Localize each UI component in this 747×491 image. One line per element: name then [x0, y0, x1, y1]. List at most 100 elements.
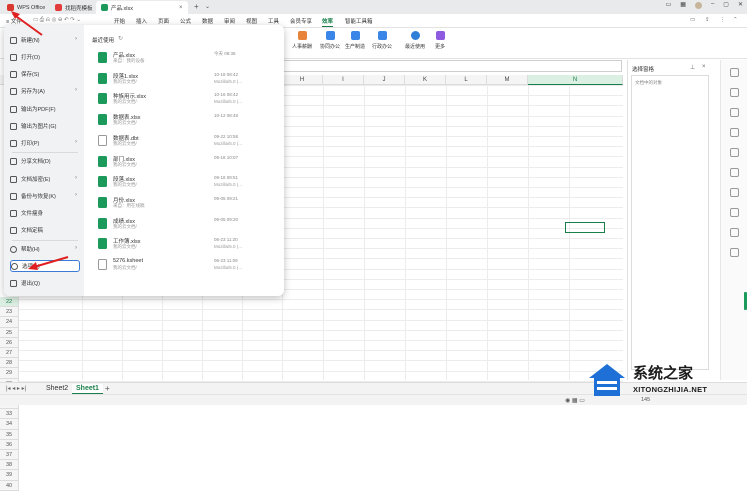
- menu-item-open[interactable]: 打开(O): [10, 51, 80, 63]
- menu-tab-efficiency[interactable]: 效率: [322, 17, 334, 27]
- menu-item-save-as[interactable]: 另存为(A) ›: [10, 85, 80, 97]
- menu-item-new[interactable]: 新建(N) ›: [10, 34, 80, 46]
- tool-icon[interactable]: [730, 208, 739, 217]
- row-header[interactable]: 27: [0, 348, 19, 359]
- collapse-icon[interactable]: ⌃: [733, 17, 738, 23]
- row-header[interactable]: 23: [0, 307, 19, 318]
- tool-icon[interactable]: [730, 128, 739, 137]
- tool-icon[interactable]: [730, 68, 739, 77]
- menu-item-help[interactable]: 帮助(H) ›: [10, 243, 80, 255]
- tab-dropdown-icon[interactable]: ⌄: [205, 3, 210, 10]
- collab-office-button[interactable]: 协同办公: [320, 31, 340, 50]
- tab-wps-office[interactable]: WPS Office: [2, 1, 50, 14]
- column-header[interactable]: I: [323, 75, 364, 85]
- close-pane-icon[interactable]: ×: [702, 64, 706, 70]
- column-header[interactable]: H: [282, 75, 323, 85]
- avatar[interactable]: [694, 2, 702, 9]
- menu-item-export-pdf[interactable]: 输出为PDF(F): [10, 103, 80, 115]
- manufacturing-button[interactable]: 生产制造: [345, 31, 365, 50]
- row-header[interactable]: 25: [0, 327, 19, 338]
- menu-tab-insert[interactable]: 插入: [136, 17, 147, 25]
- new-tab-icon[interactable]: +: [194, 2, 199, 11]
- objects-list[interactable]: 文档中的对象: [631, 75, 709, 370]
- menu-item-share[interactable]: 分享文档(D): [10, 155, 80, 167]
- menu-tab-file[interactable]: ≡ 文件: [6, 17, 22, 25]
- pin-icon[interactable]: ⊥: [690, 64, 695, 71]
- menu-tab-home[interactable]: 开始: [114, 17, 125, 25]
- tool-icon[interactable]: [730, 168, 739, 177]
- recent-file-item[interactable]: 段落.xlsx 我的云文档/09-18 08:51 Mozilla/5.0 (...: [98, 173, 278, 191]
- menu-tab-data[interactable]: 数据: [202, 17, 213, 25]
- tool-icon[interactable]: [730, 188, 739, 197]
- recent-file-item[interactable]: 部门.xlsx 我的云文档/09-18 10:07: [98, 153, 278, 171]
- menu-tab-page[interactable]: 页面: [158, 17, 169, 25]
- layout-icon[interactable]: ▭: [666, 1, 672, 9]
- recent-file-item[interactable]: 工作簿.xlsx 我的云文档/06-23 11:20 Mozilla/5.0 (..…: [98, 235, 278, 253]
- tool-icon[interactable]: [730, 108, 739, 117]
- row-header[interactable]: 40: [0, 480, 19, 491]
- row-header[interactable]: 34: [0, 419, 19, 430]
- add-sheet-icon[interactable]: +: [105, 384, 110, 393]
- menu-item-finalize[interactable]: 文档定稿: [10, 224, 80, 236]
- tool-icon[interactable]: [730, 248, 739, 257]
- quick-access-icons[interactable]: ▭ ⎙ ⎌ ◎ ⊖ ↶ ↷ ⌄: [33, 17, 81, 24]
- menu-item-print[interactable]: 打印(P) ›: [10, 137, 80, 149]
- recent-file-item[interactable]: 5276.ksheet 我的云文档/06-23 11:09 Mozilla/5.0 …: [98, 256, 278, 274]
- menu-item-save[interactable]: 保存(S): [10, 68, 80, 80]
- more-button[interactable]: 更多: [435, 31, 445, 50]
- sheet-nav-icons[interactable]: |◂ ◂ ▸ ▸|: [6, 385, 26, 392]
- menu-tab-view[interactable]: 视图: [246, 17, 257, 25]
- column-header-selected[interactable]: N: [528, 75, 623, 85]
- tool-icon[interactable]: [730, 148, 739, 157]
- menu-tab-tools[interactable]: 工具: [268, 17, 279, 25]
- column-header[interactable]: K: [405, 75, 446, 85]
- hr-salary-button[interactable]: 人事薪酬: [292, 31, 312, 50]
- row-header[interactable]: 33: [0, 409, 19, 420]
- row-header[interactable]: 39: [0, 470, 19, 481]
- menu-item-slim[interactable]: 文件瘦身: [10, 207, 80, 219]
- comment-icon[interactable]: ▭: [690, 17, 695, 23]
- recent-file-item[interactable]: 数据表.dbt 我的云文档/09-22 10:58 Mozilla/5.0 (...: [98, 132, 278, 150]
- recent-file-item[interactable]: 月份.xlsx 来自：用在线稿 09-05 09:21: [98, 194, 278, 212]
- close-window-icon[interactable]: ✕: [738, 1, 743, 9]
- tool-icon[interactable]: [730, 88, 739, 97]
- column-header[interactable]: L: [446, 75, 487, 85]
- recent-file-item[interactable]: 数据表.xlsx 我的云文档/10-12 08:48: [98, 111, 278, 129]
- more-icon[interactable]: ⋮: [720, 17, 726, 23]
- row-header[interactable]: 22: [0, 297, 19, 308]
- recent-file-item[interactable]: 段落1.xlsx 我的云文档/10-18 08:42 Mozilla/5.0 (..…: [98, 70, 278, 88]
- column-header[interactable]: M: [487, 75, 528, 85]
- close-tab-icon[interactable]: ×: [179, 5, 183, 11]
- sheet-tab-sheet2[interactable]: Sheet2: [42, 384, 72, 393]
- menu-tab-review[interactable]: 审阅: [224, 17, 235, 25]
- row-header[interactable]: 38: [0, 460, 19, 471]
- tab-template[interactable]: 找稻壳模板: [50, 1, 98, 14]
- menu-item-exit[interactable]: 退出(Q): [10, 277, 80, 289]
- row-header[interactable]: 24: [0, 317, 19, 328]
- menu-item-encrypt[interactable]: 文档加密(E) ›: [10, 173, 80, 185]
- row-header[interactable]: 26: [0, 337, 19, 348]
- selected-cell[interactable]: [565, 222, 605, 233]
- tool-icon[interactable]: [730, 228, 739, 237]
- row-header[interactable]: 36: [0, 439, 19, 450]
- menu-tab-smart-toolbox[interactable]: 智能工具箱: [345, 17, 373, 25]
- refresh-icon[interactable]: ↻: [118, 35, 123, 42]
- row-header[interactable]: 35: [0, 429, 19, 440]
- recent-use-button[interactable]: 最近使用: [405, 31, 425, 50]
- recent-file-item[interactable]: 种族用示.xlsx 我的云文档/10-16 08:42 Mozilla/5.0 (.…: [98, 90, 278, 108]
- sheet-tab-sheet1[interactable]: Sheet1: [72, 384, 103, 394]
- column-header[interactable]: J: [364, 75, 405, 85]
- recent-file-item[interactable]: 产品.xlsx 来自：我的设备 今天 08:36: [98, 49, 278, 67]
- view-mode-icons[interactable]: ◉ ▦ ▭: [565, 397, 585, 404]
- recent-file-item[interactable]: 成绩.xlsx 我的云文档/09-05 09:20: [98, 215, 278, 233]
- admin-office-button[interactable]: 行政办公: [372, 31, 392, 50]
- maximize-icon[interactable]: ▢: [723, 1, 729, 9]
- share-icon[interactable]: ⇪: [705, 17, 710, 23]
- row-header[interactable]: 29: [0, 368, 19, 379]
- menu-item-backup[interactable]: 备份与恢复(K) ›: [10, 190, 80, 202]
- minimize-icon[interactable]: –: [711, 1, 714, 9]
- row-header[interactable]: 37: [0, 450, 19, 461]
- row-header[interactable]: 28: [0, 358, 19, 369]
- formula-input[interactable]: [282, 60, 622, 72]
- menu-tab-member[interactable]: 会员专享: [290, 17, 312, 25]
